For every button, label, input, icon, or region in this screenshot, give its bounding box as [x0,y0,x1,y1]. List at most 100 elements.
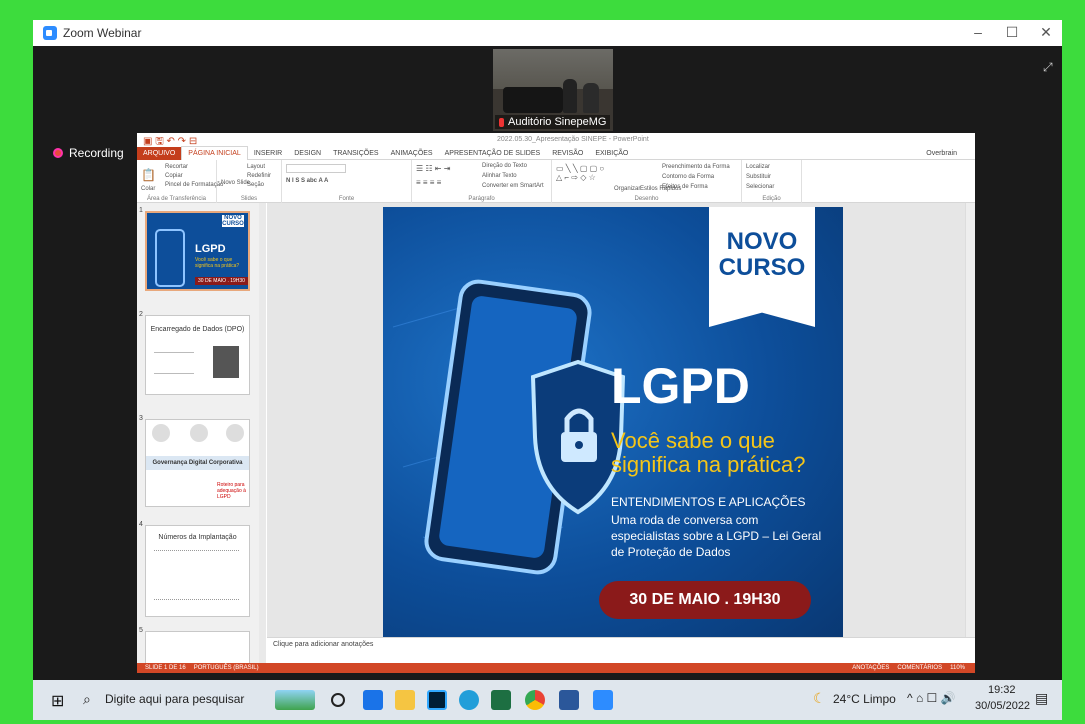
tab-animacoes[interactable]: ANIMAÇÕES [385,147,439,160]
excel-icon[interactable] [491,690,511,710]
tab-arquivo[interactable]: ARQUIVO [137,146,182,160]
minimize-button[interactable]: – [963,24,993,40]
windows-start-icon[interactable]: ⊞ [51,691,64,711]
comments-toggle[interactable]: COMENTÁRIOS [897,665,942,671]
shape-effects-button[interactable]: Efeitos de Forma [662,184,708,190]
section-button[interactable]: Seção [247,182,264,188]
tab-pagina-inicial[interactable]: PÁGINA INICIAL [181,146,248,160]
phone-shape [155,229,185,287]
shape-outline-button[interactable]: Contorno da Forma [662,174,714,180]
format-painter-button[interactable]: Pincel de Formatação [165,182,223,188]
thumb-text-lines [154,352,194,374]
slide-thumbnails: 1 NOVO CURSO LGPD Você sabe o que signif… [137,203,266,665]
smartart-button[interactable]: Converter em SmartArt [482,183,544,189]
user-name[interactable]: Overbrain [920,147,963,160]
current-slide[interactable]: NOVO CURSO LGPD Você sabe o que signific… [383,207,843,640]
participant-video[interactable]: Auditório SinepeMG [493,49,613,131]
align-icons[interactable]: ≡ ≡ ≡ ≡ [416,178,441,187]
text-direction-button[interactable]: Direção do Texto [482,163,527,169]
word-icon[interactable] [559,690,579,710]
copy-button[interactable]: Copiar [165,173,183,179]
align-text-button[interactable]: Alinhar Texto [482,173,517,179]
thumb-photo [213,346,239,378]
notes-pane[interactable]: Clique para adicionar anotações [267,637,975,663]
system-tray-icons[interactable]: ^ ⌂ ☐ 🔊 [907,691,956,705]
slide-thumb-1[interactable]: NOVO CURSO LGPD Você sabe o que signific… [145,211,250,291]
weather-text[interactable]: 24°C Limpo [833,692,896,706]
paste-button[interactable]: Colar [141,186,155,192]
paste-icon[interactable]: 📋 [141,168,156,182]
thumb-title: Encarregado de Dados (DPO) [150,326,245,333]
layout-button[interactable]: Layout [247,164,265,170]
clock-time[interactable]: 19:32 [988,684,1016,696]
recording-indicator[interactable]: Recording [53,146,124,160]
video-sofa [503,87,563,113]
search-icon[interactable]: ⌕ [83,691,91,708]
slide-number: 2 [139,311,143,318]
shapes-gallery[interactable]: ▭ ╲ ╲ ▢ ▢ ○ △ ⌐ ⇨ ◇ ☆ [556,164,604,182]
font-name-box[interactable] [286,164,346,173]
slide-counter: SLIDE 1 DE 16 [145,665,186,671]
task-view-icon[interactable] [331,693,345,707]
thumb-bullets [154,550,239,600]
zoom-level[interactable]: 110% [950,665,965,671]
cut-button[interactable]: Recortar [165,164,188,170]
tab-inserir[interactable]: INSERIR [248,147,288,160]
slide-editor: NOVO CURSO LGPD Você sabe o que signific… [267,203,965,640]
ribbon-tabs: ARQUIVO PÁGINA INICIAL INSERIR DESIGN TR… [137,146,975,160]
notes-toggle[interactable]: ANOTAÇÕES [852,665,889,671]
zoom-app-icon[interactable] [593,690,613,710]
news-widget-icon[interactable] [275,690,315,710]
video-person [583,83,599,113]
status-bar: SLIDE 1 DE 16 PORTUGUÊS (BRASIL) ANOTAÇÕ… [137,663,975,673]
language-status[interactable]: PORTUGUÊS (BRASIL) [194,665,259,671]
tab-transicoes[interactable]: TRANSIÇÕES [327,147,385,160]
reset-button[interactable]: Redefinir [247,173,271,179]
editor-scrollbar[interactable] [965,203,975,637]
notifications-icon[interactable]: ▤ [1035,690,1048,707]
slide-title: LGPD [611,358,750,414]
thumb-circle [226,424,244,442]
paragraph-group: Direção do Texto Alinhar Texto Converter… [412,160,552,203]
slide-thumb-2[interactable]: Encarregado de Dados (DPO) [145,315,250,395]
thumb-badge: NOVO CURSO [222,215,244,227]
font-format-buttons[interactable]: N I S S abc A A [286,178,328,184]
slide-thumb-5[interactable] [145,631,250,665]
arrange-button[interactable]: Organizar [614,186,640,192]
new-slide-button[interactable]: Novo Slide [221,180,250,186]
ppt-title-bar: ▣ 🖫 ↶ ↷ ⊟ 2022.05.30_Apresentação SINEPE… [137,133,975,147]
video-person [563,79,577,113]
replace-button[interactable]: Substituir [746,174,771,180]
slide-thumb-3[interactable]: Governança Digital Corporativa Roteiro p… [145,419,250,507]
shape-fill-button[interactable]: Preenchimento da Forma [662,164,730,170]
window-title: Zoom Webinar [63,26,142,40]
close-button[interactable]: ✕ [1031,24,1061,41]
expand-icon[interactable]: ⤢ [1043,60,1053,75]
tab-revisao[interactable]: REVISÃO [546,147,589,160]
participant-name: Auditório SinepeMG [495,115,611,129]
thumbs-scrollbar[interactable] [259,203,266,665]
clock-date[interactable]: 30/05/2022 [975,700,1030,712]
telegram-icon[interactable] [459,690,479,710]
slide-body-3: de Proteção de Dados [611,545,731,559]
tab-design[interactable]: DESIGN [288,147,327,160]
list-icons[interactable]: ☰ ☷ ⇤ ⇥ [416,164,450,173]
slide-number: 1 [139,207,143,214]
title-bar: Zoom Webinar – ☐ ✕ [33,20,1062,46]
taskbar-search[interactable]: Digite aqui para pesquisar [105,692,244,706]
tab-apresentacao[interactable]: APRESENTAÇÃO DE SLIDES [439,147,547,160]
group-label: Fonte [338,196,355,202]
maximize-button[interactable]: ☐ [997,24,1027,41]
tab-exibicao[interactable]: EXIBIÇÃO [589,147,634,160]
group-label: Parágrafo [468,196,495,202]
group-label: Desenho [634,196,659,202]
zoom-window: Zoom Webinar – ☐ ✕ Auditório SinepeMG ⤢ … [33,20,1062,720]
zoom-taskbar-icon[interactable] [363,690,383,710]
slide-thumb-4[interactable]: Números da Implantação [145,525,250,617]
select-button[interactable]: Selecionar [746,184,774,190]
find-button[interactable]: Localizar [746,164,770,170]
file-explorer-icon[interactable] [395,690,415,710]
photoshop-icon[interactable] [427,690,447,710]
thumb-title: Governança Digital Corporativa [146,456,249,470]
chrome-icon[interactable] [525,690,545,710]
